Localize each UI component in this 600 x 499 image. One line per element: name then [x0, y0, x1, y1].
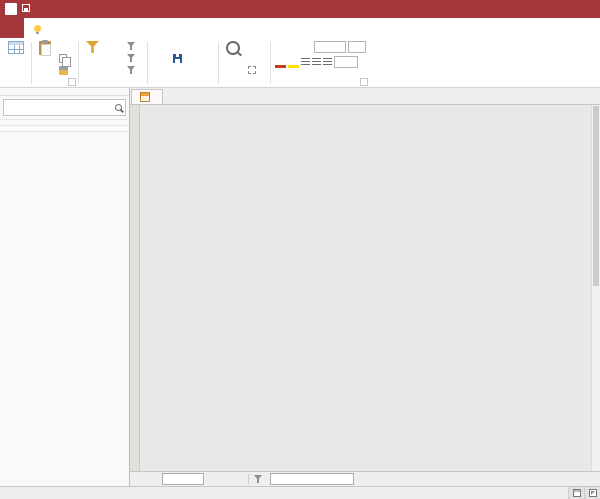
nav-object-list [0, 119, 129, 486]
selection-filter-icon [127, 42, 135, 50]
record-search-input[interactable] [270, 473, 354, 485]
tab-file[interactable] [0, 18, 24, 38]
advanced-filter-button[interactable] [125, 52, 143, 64]
group-label-find [223, 76, 266, 87]
view-icon [8, 41, 24, 54]
go-to-button[interactable] [246, 52, 266, 64]
align-center-button[interactable] [312, 58, 321, 65]
totals-button[interactable] [194, 40, 214, 52]
view-button[interactable] [5, 39, 27, 56]
titlebar [0, 0, 600, 18]
group-separator [78, 42, 79, 84]
lightbulb-icon [34, 24, 41, 34]
refresh-all-button[interactable] [152, 39, 168, 43]
design-view-icon [588, 489, 597, 497]
toggle-filter-button[interactable] [125, 64, 143, 76]
copy-icon [59, 53, 71, 67]
record-position-box[interactable] [162, 473, 204, 485]
find-button[interactable] [223, 39, 243, 56]
group-label-text-formatting [275, 76, 366, 87]
record-navigation-bar [130, 471, 600, 486]
bold-button[interactable] [275, 41, 286, 53]
align-left-button[interactable] [301, 58, 310, 65]
group-sort-filter [80, 39, 146, 87]
dialog-launcher-icon[interactable] [360, 78, 368, 86]
group-label-sort-filter [83, 76, 143, 87]
quick-save-button[interactable] [22, 3, 30, 15]
document-tab-bar [130, 88, 600, 105]
group-records [149, 39, 217, 87]
form-view-icon [572, 489, 581, 497]
toggle-filter-icon [127, 66, 135, 74]
find-icon [226, 41, 240, 55]
group-separator [147, 42, 148, 84]
filter-status-icon [254, 475, 262, 483]
gridlines-dropdown[interactable] [334, 55, 358, 68]
select-button[interactable] [246, 64, 266, 76]
group-label-views [5, 76, 27, 87]
save-icon [173, 53, 182, 63]
form-view-button[interactable] [568, 487, 584, 499]
vertical-scrollbar[interactable] [591, 105, 600, 471]
filter-button[interactable] [83, 39, 102, 54]
document-area [130, 88, 600, 486]
form-icon [140, 92, 150, 102]
align-right-button[interactable] [323, 58, 332, 65]
filter-icon [86, 41, 99, 53]
group-separator [270, 42, 271, 84]
descending-button[interactable] [105, 52, 122, 64]
dialog-launcher-icon[interactable] [68, 78, 76, 86]
workspace [0, 88, 600, 486]
font-color-button[interactable] [275, 55, 286, 68]
copy-button[interactable] [57, 52, 74, 67]
ribbon [0, 38, 600, 88]
access-app-icon [5, 3, 17, 15]
remove-sort-button[interactable] [105, 64, 122, 76]
paste-button[interactable] [36, 39, 54, 57]
format-painter-icon [59, 65, 68, 75]
delete-record-button[interactable] [171, 64, 191, 76]
spelling-button[interactable] [194, 52, 214, 64]
more-button[interactable] [194, 64, 214, 76]
view-shortcuts [568, 487, 600, 499]
select-icon [248, 66, 256, 74]
design-view-button[interactable] [584, 487, 600, 499]
separator [248, 474, 249, 484]
document-tab-frmEmployee[interactable] [131, 89, 163, 104]
nav-section-forms[interactable] [0, 131, 129, 137]
selection-button[interactable] [125, 40, 143, 52]
status-bar [0, 486, 600, 499]
access-window [0, 0, 600, 499]
font-size-dropdown[interactable] [348, 41, 366, 53]
nav-search-input[interactable] [7, 102, 113, 113]
search-icon [115, 104, 122, 111]
advanced-filter-icon [127, 54, 135, 62]
save-record-button[interactable] [171, 52, 191, 64]
ribbon-tab-bar [0, 18, 600, 38]
italic-button[interactable] [288, 41, 299, 53]
form-view [130, 105, 600, 471]
underline-button[interactable] [301, 41, 312, 53]
group-separator [31, 42, 32, 84]
paste-icon [39, 40, 51, 56]
highlight-color-button[interactable] [288, 55, 299, 68]
nav-pane-header[interactable] [0, 88, 129, 96]
tell-me-box[interactable] [34, 18, 45, 38]
record-selector-bar[interactable] [130, 105, 140, 471]
scrollbar-thumb[interactable] [593, 106, 599, 286]
save-icon [22, 3, 30, 12]
group-find [220, 39, 269, 87]
ascending-button[interactable] [105, 40, 122, 52]
group-views [2, 39, 30, 87]
navigation-pane [0, 88, 130, 486]
cut-button[interactable] [57, 40, 74, 52]
nav-search-box [3, 99, 126, 116]
replace-button[interactable] [246, 40, 266, 52]
group-text-formatting [272, 39, 369, 87]
font-name-dropdown[interactable] [314, 41, 346, 53]
group-separator [218, 42, 219, 84]
group-label-records [152, 76, 214, 87]
new-record-ribbon-button[interactable] [171, 40, 191, 52]
group-clipboard [33, 39, 77, 87]
